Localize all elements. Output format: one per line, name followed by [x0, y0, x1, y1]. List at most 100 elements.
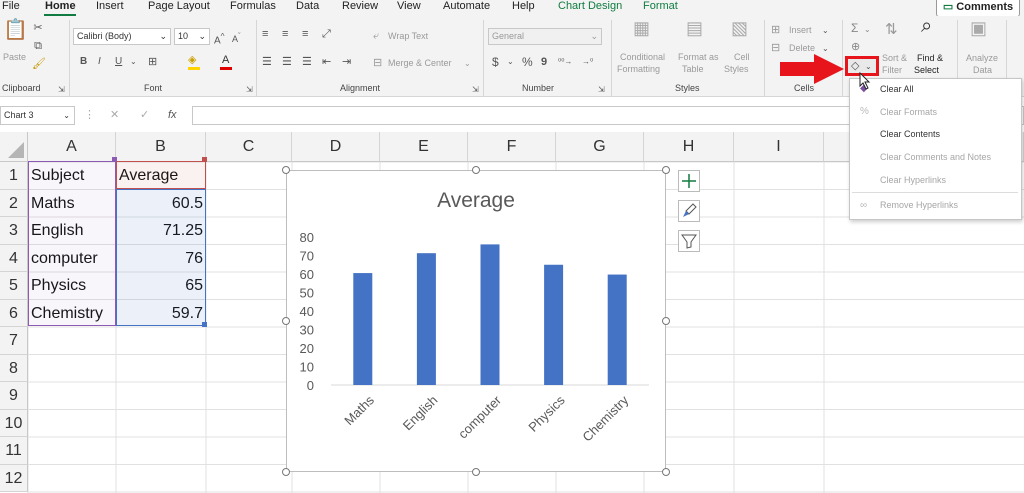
- cell-styles-label-2[interactable]: Styles: [724, 64, 749, 74]
- chevron-down-icon[interactable]: ⌄: [130, 56, 137, 68]
- italic-icon[interactable]: I: [98, 56, 101, 68]
- borders-icon[interactable]: ⊞: [148, 56, 157, 68]
- menu-item-clear-contents[interactable]: Clear Contents: [880, 129, 940, 139]
- top-align-icon[interactable]: ≡: [262, 28, 268, 40]
- decrease-decimal-icon[interactable]: →⁰: [582, 56, 593, 68]
- enter-icon[interactable]: ✓: [140, 109, 149, 121]
- analyze-data-label-1[interactable]: Analyze: [966, 53, 998, 63]
- column-header-i[interactable]: I: [734, 132, 824, 162]
- bar-maths[interactable]: [353, 273, 373, 385]
- chart[interactable]: Average 0 10 20 30 40 50 60 70 80 Maths English comp…: [286, 170, 666, 472]
- bottom-align-icon[interactable]: ≡: [302, 28, 308, 40]
- merge-center-icon[interactable]: ⊟: [373, 57, 382, 69]
- chart-resize-handle[interactable]: [282, 317, 290, 325]
- conditional-formatting-label-1[interactable]: Conditional: [620, 52, 665, 62]
- chart-resize-handle[interactable]: [662, 166, 670, 174]
- decrease-indent-icon[interactable]: ⇤: [322, 56, 331, 68]
- analyze-data-icon[interactable]: ▣: [970, 19, 987, 37]
- comments-button[interactable]: ▭ Comments: [936, 0, 1020, 17]
- orientation-icon[interactable]: ⤢: [322, 28, 331, 40]
- chart-resize-handle[interactable]: [472, 166, 480, 174]
- wrap-text-icon[interactable]: ⤶: [373, 30, 379, 42]
- chart-resize-handle[interactable]: [282, 468, 290, 476]
- name-box[interactable]: Chart 3 ⌄: [0, 106, 75, 125]
- cell-styles-label-1[interactable]: Cell: [734, 52, 750, 62]
- column-header-c[interactable]: C: [206, 132, 292, 162]
- row-header[interactable]: 7: [0, 327, 28, 355]
- range-handle[interactable]: [112, 157, 117, 162]
- column-header-b[interactable]: B: [116, 132, 206, 162]
- chart-title[interactable]: Average: [437, 189, 515, 212]
- chart-resize-handle[interactable]: [662, 468, 670, 476]
- find-select-label-1[interactable]: Find &: [917, 53, 943, 63]
- percent-icon[interactable]: %: [522, 56, 533, 68]
- row-header[interactable]: 12: [0, 464, 28, 492]
- bar-computer[interactable]: [480, 244, 500, 385]
- cancel-icon[interactable]: ✕: [110, 109, 119, 121]
- menu-item-clear-formats[interactable]: Clear Formats: [880, 107, 937, 117]
- menu-item-remove-hyperlinks[interactable]: Remove Hyperlinks: [880, 200, 958, 210]
- underline-icon[interactable]: U: [115, 56, 122, 68]
- column-header-e[interactable]: E: [380, 132, 468, 162]
- align-right-icon[interactable]: ☰: [302, 56, 312, 68]
- font-size-select[interactable]: 10 ⌄: [174, 28, 210, 45]
- row-header[interactable]: 9: [0, 382, 28, 410]
- wrap-text-button[interactable]: Wrap Text: [388, 31, 428, 41]
- tab-automate[interactable]: Automate: [443, 0, 490, 12]
- chart-resize-handle[interactable]: [662, 317, 670, 325]
- font-color-icon[interactable]: A: [222, 54, 229, 66]
- autosum-icon[interactable]: Σ: [851, 22, 858, 34]
- format-painter-icon[interactable]: 🖌: [32, 58, 46, 70]
- bar-english[interactable]: [416, 253, 436, 385]
- menu-item-clear-hyperlinks[interactable]: Clear Hyperlinks: [880, 175, 946, 185]
- column-header-f[interactable]: F: [468, 132, 556, 162]
- tab-format[interactable]: Format: [643, 0, 678, 12]
- delete-cells-button[interactable]: Delete: [789, 43, 815, 53]
- number-launcher-icon[interactable]: ⇲: [598, 84, 605, 96]
- paste-icon[interactable]: 📋: [3, 20, 28, 50]
- increase-decimal-icon[interactable]: ⁰⁰→: [558, 56, 572, 68]
- chart-filters-button[interactable]: [678, 230, 700, 252]
- clipboard-launcher-icon[interactable]: ⇲: [58, 84, 65, 96]
- menu-item-clear-all[interactable]: Clear All: [880, 84, 914, 94]
- chart-resize-handle[interactable]: [282, 166, 290, 174]
- row-header[interactable]: 6: [0, 299, 28, 327]
- sort-filter-label-2[interactable]: Filter: [882, 65, 902, 75]
- align-left-icon[interactable]: ☰: [262, 56, 272, 68]
- cell-styles-icon[interactable]: ▧: [731, 19, 748, 37]
- range-handle[interactable]: [202, 157, 207, 162]
- tab-view[interactable]: View: [397, 0, 421, 12]
- row-header[interactable]: 11: [0, 437, 28, 465]
- menu-item-clear-comments[interactable]: Clear Comments and Notes: [880, 152, 991, 162]
- row-header[interactable]: 1: [0, 162, 28, 190]
- select-all-corner[interactable]: [0, 132, 28, 162]
- fill-icon[interactable]: ⊕: [851, 41, 860, 53]
- tab-home[interactable]: Home: [45, 0, 76, 12]
- range-handle[interactable]: [202, 322, 207, 327]
- conditional-formatting-icon[interactable]: ▦: [633, 19, 650, 37]
- row-header[interactable]: 5: [0, 272, 28, 300]
- chevron-down-icon[interactable]: ⌄: [822, 25, 829, 37]
- fill-color-icon[interactable]: ◈: [188, 54, 196, 66]
- number-format-select[interactable]: General ⌄: [488, 28, 602, 45]
- column-header-d[interactable]: D: [292, 132, 380, 162]
- tab-page-layout[interactable]: Page Layout: [148, 0, 210, 12]
- increase-font-icon[interactable]: A^: [214, 30, 225, 47]
- currency-icon[interactable]: $: [492, 56, 499, 68]
- format-as-table-icon[interactable]: ▤: [686, 19, 703, 37]
- bold-icon[interactable]: B: [80, 56, 87, 68]
- bar-physics[interactable]: [544, 264, 564, 385]
- format-as-table-label-2[interactable]: Table: [682, 64, 704, 74]
- analyze-data-label-2[interactable]: Data: [973, 65, 992, 75]
- tab-chart-design[interactable]: Chart Design: [558, 0, 622, 12]
- tab-insert[interactable]: Insert: [96, 0, 124, 12]
- find-select-label-2[interactable]: Select: [914, 65, 939, 75]
- chart-styles-button[interactable]: [678, 200, 700, 222]
- align-center-icon[interactable]: ☰: [282, 56, 292, 68]
- row-header[interactable]: 2: [0, 189, 28, 217]
- middle-align-icon[interactable]: ≡: [282, 28, 288, 40]
- row-header[interactable]: 10: [0, 409, 28, 437]
- chevron-down-icon[interactable]: ⌄: [864, 24, 871, 36]
- drag-handle-icon[interactable]: ⋮: [84, 109, 95, 121]
- increase-indent-icon[interactable]: ⇥: [342, 56, 351, 68]
